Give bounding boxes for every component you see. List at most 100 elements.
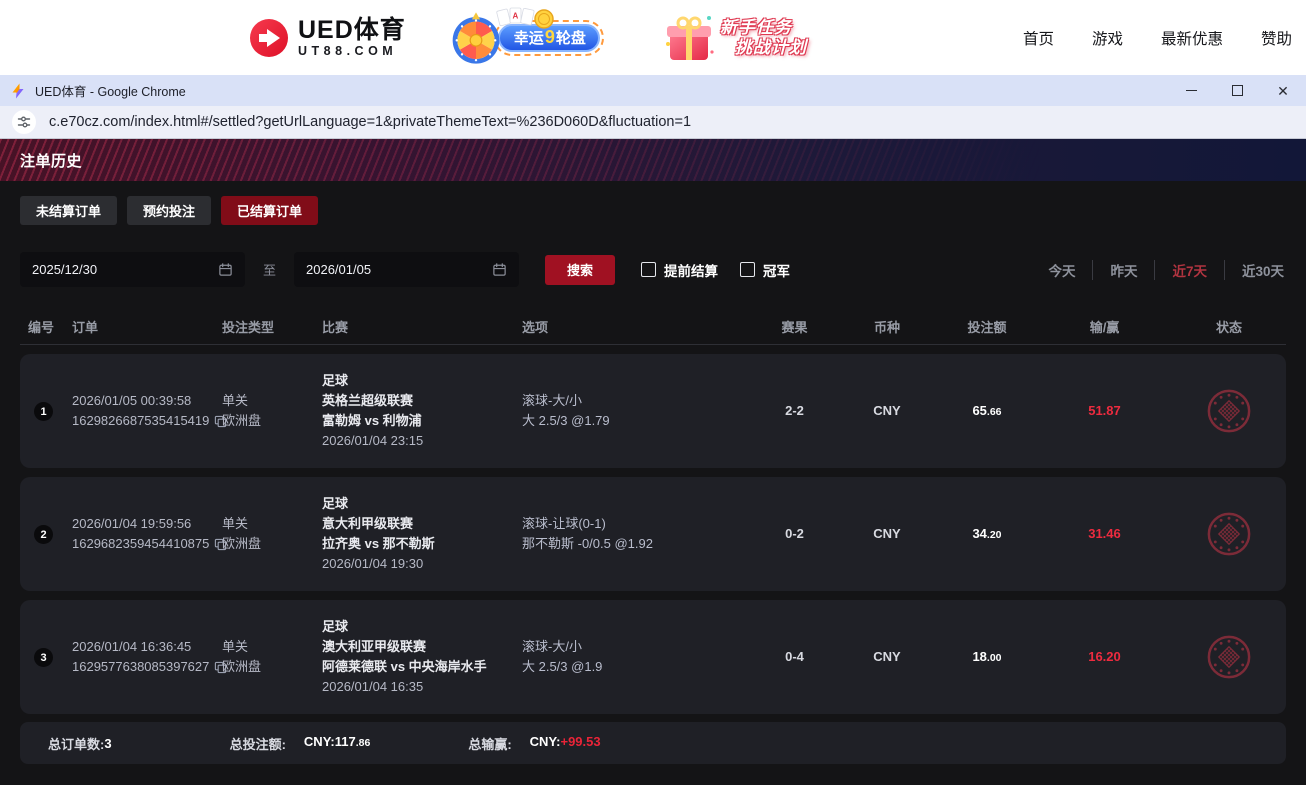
settled-stamp-icon (1206, 388, 1252, 434)
cards-coin-icon: A (496, 6, 556, 32)
option-market: 滚球-大/小 (522, 637, 752, 657)
row-number-badge: 3 (34, 648, 53, 667)
maximize-button[interactable] (1214, 75, 1260, 106)
quick-date-filters: 今天 昨天 近7天 近30天 (1031, 260, 1286, 280)
table-row: 1 2026/01/05 00:39:58 162982668753541541… (20, 354, 1286, 468)
order-id: 1629577638085397627 (72, 657, 209, 677)
quick-filter-last30days[interactable]: 近30天 (1224, 260, 1286, 280)
lightning-favicon-icon (10, 83, 26, 99)
summary-bar: 总订单数: 3 总投注额: CNY:117.86 总输赢: CNY:+99.53 (20, 722, 1286, 764)
order-id: 1629826687535415419 (72, 411, 209, 431)
league: 英格兰超级联赛 (322, 391, 522, 411)
promo-newbie-task-banner[interactable]: 新手任务 挑战计划 (662, 10, 807, 66)
minimize-button[interactable] (1168, 75, 1214, 106)
total-winloss-value: CNY:+99.53 (530, 734, 601, 753)
url-text[interactable]: c.e70cz.com/index.html#/settled?getUrlLa… (49, 114, 691, 130)
date-to-input[interactable]: 2026/01/05 (294, 252, 519, 287)
row-number-badge: 2 (34, 525, 53, 544)
winloss-amount: 16.20 (1037, 647, 1172, 667)
stake-decimals: .20 (987, 529, 1002, 541)
currency: CNY (837, 647, 937, 667)
currency: CNY (837, 524, 937, 544)
col-header-currency: 币种 (837, 317, 937, 336)
early-settlement-checkbox[interactable] (641, 262, 656, 277)
nav-offers[interactable]: 最新优惠 (1161, 27, 1223, 49)
option-market: 滚球-大/小 (522, 391, 752, 411)
table-header-row: 编号 订单 投注类型 比赛 选项 赛果 币种 投注额 输/赢 状态 (20, 309, 1286, 345)
option-pick: 那不勒斯 -0/0.5 @1.92 (522, 534, 752, 554)
order-tabs: 未结算订单 预约投注 已结算订单 (20, 181, 1286, 225)
logo-title: UED体育 (298, 17, 406, 43)
page-title: 注单历史 (20, 150, 82, 171)
total-stake-label: 总投注额: (230, 734, 286, 753)
page-title-banner: 注单历史 (0, 139, 1306, 181)
match-teams: 富勒姆 vs 利物浦 (322, 411, 522, 431)
order-time: 2026/01/05 00:39:58 (72, 391, 222, 411)
quick-filter-yesterday[interactable]: 昨天 (1092, 260, 1154, 280)
svg-text:A: A (512, 11, 518, 20)
roulette-label-pre: 幸运 (514, 30, 544, 47)
total-winloss-label: 总输赢: (468, 734, 511, 753)
site-settings-button[interactable] (12, 110, 36, 134)
row-number-badge: 1 (34, 402, 53, 421)
close-icon: ✕ (1277, 84, 1289, 98)
tab-unsettled-orders[interactable]: 未结算订单 (20, 196, 117, 225)
nav-games[interactable]: 游戏 (1092, 27, 1123, 49)
col-header-option: 选项 (522, 317, 752, 336)
nav-sponsor[interactable]: 赞助 (1261, 27, 1292, 49)
quick-filter-last7days[interactable]: 近7天 (1154, 260, 1224, 280)
total-orders-label: 总订单数: (48, 734, 104, 753)
early-settlement-checkbox-group[interactable]: 提前结算 (641, 260, 718, 280)
bet-type: 单关 (222, 514, 322, 534)
stake-decimals: .00 (987, 652, 1002, 664)
minimize-icon (1186, 90, 1197, 91)
col-header-bet-type: 投注类型 (222, 317, 322, 336)
early-settlement-label: 提前结算 (664, 260, 718, 280)
col-header-stake: 投注额 (937, 317, 1037, 336)
match-teams: 拉齐奥 vs 那不勒斯 (322, 534, 522, 554)
stake-decimals: .66 (987, 406, 1002, 418)
calendar-icon (218, 262, 233, 277)
sport: 足球 (322, 494, 522, 514)
quick-filter-today[interactable]: 今天 (1031, 260, 1092, 280)
nav-home[interactable]: 首页 (1023, 27, 1054, 49)
tab-reserved-bets[interactable]: 预约投注 (127, 196, 211, 225)
search-button[interactable]: 搜索 (545, 255, 615, 285)
tab-settled-orders[interactable]: 已结算订单 (221, 196, 318, 225)
league: 意大利甲级联赛 (322, 514, 522, 534)
site-header: UED体育 UT88.COM A (0, 0, 1306, 75)
logo-arrow-icon (250, 19, 288, 57)
match-teams: 阿德莱德联 vs 中央海岸水手 (322, 657, 522, 677)
task-line1: 新手任务 (720, 18, 807, 38)
stake-amount: 65 (972, 403, 986, 418)
close-button[interactable]: ✕ (1260, 75, 1306, 106)
window-titlebar[interactable]: UED体育 - Google Chrome ✕ (0, 75, 1306, 106)
calendar-icon (492, 262, 507, 277)
sport: 足球 (322, 371, 522, 391)
champion-checkbox-group[interactable]: 冠军 (740, 260, 790, 280)
bet-type: 单关 (222, 391, 322, 411)
filter-row: 2025/12/30 至 2026/01/05 搜索 提前结算 冠军 今天 昨天… (20, 252, 1286, 287)
winloss-amount: 31.46 (1037, 524, 1172, 544)
order-id: 1629682359454410875 (72, 534, 209, 554)
col-header-match: 比赛 (322, 317, 522, 336)
total-orders-value: 3 (104, 736, 111, 751)
col-header-status: 状态 (1172, 317, 1286, 336)
window-controls: ✕ (1168, 75, 1306, 106)
col-header-result: 赛果 (752, 317, 837, 336)
promo-lucky-roulette-banner[interactable]: A 幸运9轮盘 (448, 10, 604, 66)
col-header-winloss: 输/赢 (1037, 317, 1172, 336)
league: 澳大利亚甲级联赛 (322, 637, 522, 657)
option-pick: 大 2.5/3 @1.79 (522, 411, 752, 431)
gift-box-icon (662, 10, 716, 66)
date-range-to-label: 至 (263, 260, 276, 279)
match-time: 2026/01/04 23:15 (322, 431, 522, 451)
logo-domain: UT88.COM (298, 45, 406, 58)
order-time: 2026/01/04 19:59:56 (72, 514, 222, 534)
date-from-value: 2025/12/30 (32, 262, 97, 277)
currency: CNY (837, 401, 937, 421)
champion-checkbox[interactable] (740, 262, 755, 277)
date-from-input[interactable]: 2025/12/30 (20, 252, 245, 287)
site-logo[interactable]: UED体育 UT88.COM (250, 17, 406, 58)
address-bar[interactable]: c.e70cz.com/index.html#/settled?getUrlLa… (0, 106, 1306, 139)
